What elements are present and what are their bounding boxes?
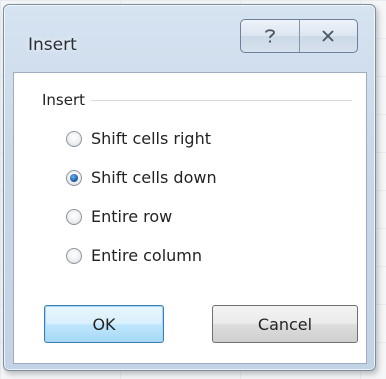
option-shift-cells-right[interactable]: Shift cells right	[66, 129, 211, 148]
insert-dialog: Insert Insert Shift cells right Shift ce…	[3, 4, 376, 371]
help-button[interactable]	[241, 20, 299, 52]
option-entire-row[interactable]: Entire row	[66, 207, 172, 226]
group-label: Insert	[42, 91, 92, 109]
close-button[interactable]	[298, 20, 358, 52]
question-icon	[264, 29, 275, 43]
dialog-title: Insert	[28, 35, 77, 55]
radio-shift-cells-down[interactable]	[66, 169, 82, 186]
dialog-client-area: Insert Shift cells right Shift cells dow…	[13, 72, 367, 364]
ok-button[interactable]: OK	[44, 305, 164, 343]
radio-shift-cells-right[interactable]	[66, 130, 82, 147]
option-entire-column[interactable]: Entire column	[66, 246, 202, 265]
cancel-button[interactable]: Cancel	[212, 305, 358, 343]
option-label: Entire column	[91, 246, 203, 265]
radio-entire-row[interactable]	[66, 208, 82, 225]
option-label: Entire row	[91, 207, 173, 226]
caption-buttons	[240, 19, 358, 53]
radio-entire-column[interactable]	[66, 247, 82, 264]
option-shift-cells-down[interactable]: Shift cells down	[66, 168, 217, 187]
option-label: Shift cells down	[91, 168, 217, 187]
option-label: Shift cells right	[91, 129, 211, 148]
close-icon	[322, 30, 334, 42]
